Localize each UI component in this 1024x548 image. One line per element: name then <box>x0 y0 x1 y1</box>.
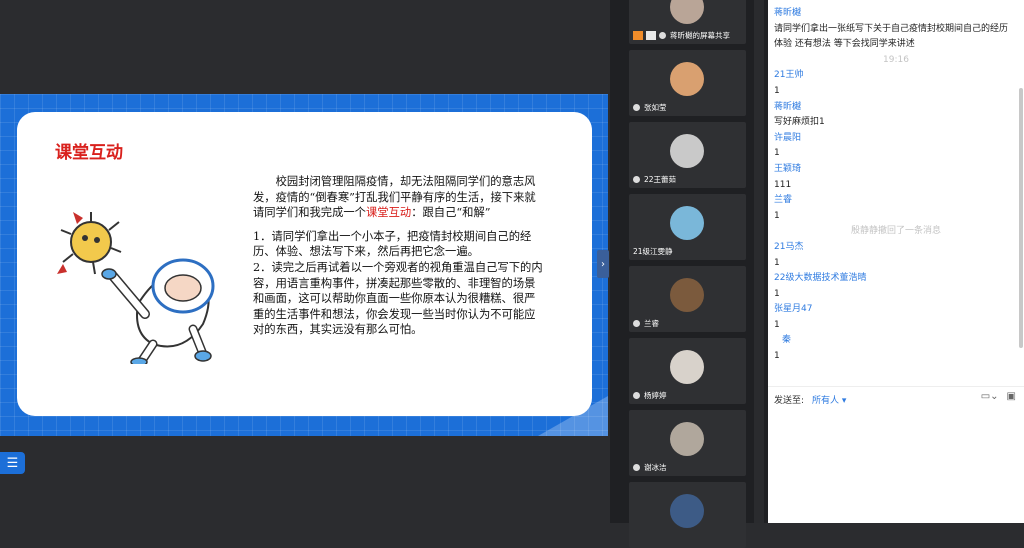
participant-name: 21级江雯静 <box>633 247 673 256</box>
chat-message-text: 1 <box>774 351 780 362</box>
mic-icon <box>633 464 640 471</box>
chat-sender[interactable]: 蒋昕樾 <box>774 100 1018 116</box>
chat-message-text: 1 <box>774 85 780 96</box>
chat-message-text: 1 <box>774 257 780 268</box>
intro-highlight: 课堂互动 <box>365 206 412 220</box>
video-tile[interactable]: 杨婷婷 <box>629 338 746 404</box>
avatar <box>670 278 704 312</box>
participant-name: 蒋昕樾的屏幕共享 <box>670 31 730 40</box>
send-to-label: 发送至: <box>774 396 805 406</box>
chat-message-text: 1 <box>774 210 780 221</box>
avatar <box>670 206 704 240</box>
participant-name: 杨婷婷 <box>644 391 667 400</box>
video-tile[interactable] <box>629 482 746 548</box>
chat-sender[interactable]: 22级大数据技术董浩晴 <box>774 271 1018 287</box>
chat-message-list: 蒋昕樾 请同学们拿出一张纸写下关于自己疫情封校期间自己的经历 体验 还有想法 等… <box>774 0 1018 365</box>
chat-message-text: 111 <box>774 179 792 190</box>
send-to-dropdown[interactable]: 所有人 ▾ <box>812 396 846 406</box>
mic-icon <box>633 392 640 399</box>
chat-input-area: 发送至: 所有人 ▾ ▭⌄ ▣ <box>768 386 1024 523</box>
slide-content-card: 课堂互动 校园封闭管理阻隔疫情，却无法阻隔同学们的意志风发，疫情的“倒春寒”打乱… <box>17 112 592 416</box>
video-panel-scrollbar[interactable] <box>754 0 764 523</box>
mic-icon <box>633 104 640 111</box>
chat-message-text: 1 <box>774 319 780 330</box>
mic-icon <box>633 320 640 327</box>
video-tile[interactable]: 张如莹 <box>629 50 746 116</box>
instruction-step-2: 2．读完之后再试着以一个旁观者的视角重温自己写下的内容，用语言重构事件，拼凑起那… <box>253 260 543 337</box>
avatar <box>670 134 704 168</box>
video-tile[interactable]: 22王蕾茹 <box>629 122 746 188</box>
chat-sender[interactable]: 张星月47 <box>774 302 1018 318</box>
participant-name: 兰睿 <box>644 319 659 328</box>
chat-message-text: 请同学们拿出一张纸写下关于自己疫情封校期间自己的经历 体验 还有想法 等下会找同… <box>774 23 1009 50</box>
chat-sender[interactable]: 兰睿 <box>774 193 1018 209</box>
collapse-video-panel-button[interactable]: › <box>597 250 609 278</box>
participant-name: 张如莹 <box>644 103 667 112</box>
mic-icon <box>633 176 640 183</box>
avatar <box>670 0 704 24</box>
chat-message-text: 1 <box>774 148 780 159</box>
chat-message-text: 写好麻烦扣1 <box>774 117 825 128</box>
video-tile[interactable]: 蒋昕樾的屏幕共享 <box>629 0 746 44</box>
chat-panel: 蒋昕樾 请同学们拿出一张纸写下关于自己疫情封校期间自己的经历 体验 还有想法 等… <box>768 0 1024 523</box>
list-icon: ☰ <box>6 455 19 471</box>
slide-body-text: 校园封闭管理阻隔疫情，却无法阻隔同学们的意志风发，疫情的“倒春寒”打乱我们平静有… <box>253 174 545 346</box>
participant-name: 22王蕾茹 <box>644 175 677 184</box>
slide-title: 课堂互动 <box>55 143 123 163</box>
chat-scrollbar[interactable] <box>1019 88 1023 348</box>
video-tile[interactable]: 21级江雯静 <box>629 194 746 260</box>
instruction-step-1: 1．请同学们拿出一个小本子，把疫情封校期间自己的经历、体验、想法写下来，然后再把… <box>253 229 532 259</box>
chat-sender[interactable]: 王颖琦 <box>774 162 1018 178</box>
chat-sender[interactable]: 蒋昕樾 <box>774 6 1018 22</box>
video-tile[interactable]: 谢冰洁 <box>629 410 746 476</box>
avatar <box>670 350 704 384</box>
chat-sender[interactable]: 许晨阳 <box>774 131 1018 147</box>
chat-sender[interactable]: 21王帅 <box>774 68 1018 84</box>
intro-text-end: ：跟自己“和解” <box>411 206 491 220</box>
chevron-right-icon: › <box>601 258 605 270</box>
chat-sender[interactable]: 21马杰 <box>774 240 1018 256</box>
participant-name: 谢冰洁 <box>644 463 667 472</box>
avatar <box>670 62 704 96</box>
screenshot-icon[interactable]: ▣ <box>1007 391 1016 402</box>
screen-share-icon <box>633 31 643 40</box>
monitor-icon <box>646 31 656 40</box>
file-icon[interactable]: ▭⌄ <box>981 391 999 402</box>
presentation-slide: 课堂互动 校园封闭管理阻隔疫情，却无法阻隔同学们的意志风发，疫情的“倒春寒”打乱… <box>0 94 608 436</box>
doctor-kicking-virus-illustration <box>57 212 215 364</box>
chat-timestamp: 19:16 <box>883 54 909 65</box>
chat-sender[interactable]: 秦 <box>774 333 1018 349</box>
slide-menu-button[interactable]: ☰ <box>0 452 25 474</box>
avatar <box>670 422 704 456</box>
chat-system-notice: 殷静静撤回了一条消息 <box>850 226 941 237</box>
mic-icon <box>659 32 666 39</box>
chat-message-text: 1 <box>774 288 780 299</box>
doctor-figure-icon <box>101 258 215 364</box>
video-tile[interactable]: 兰睿 <box>629 266 746 332</box>
virus-icon <box>57 212 122 275</box>
